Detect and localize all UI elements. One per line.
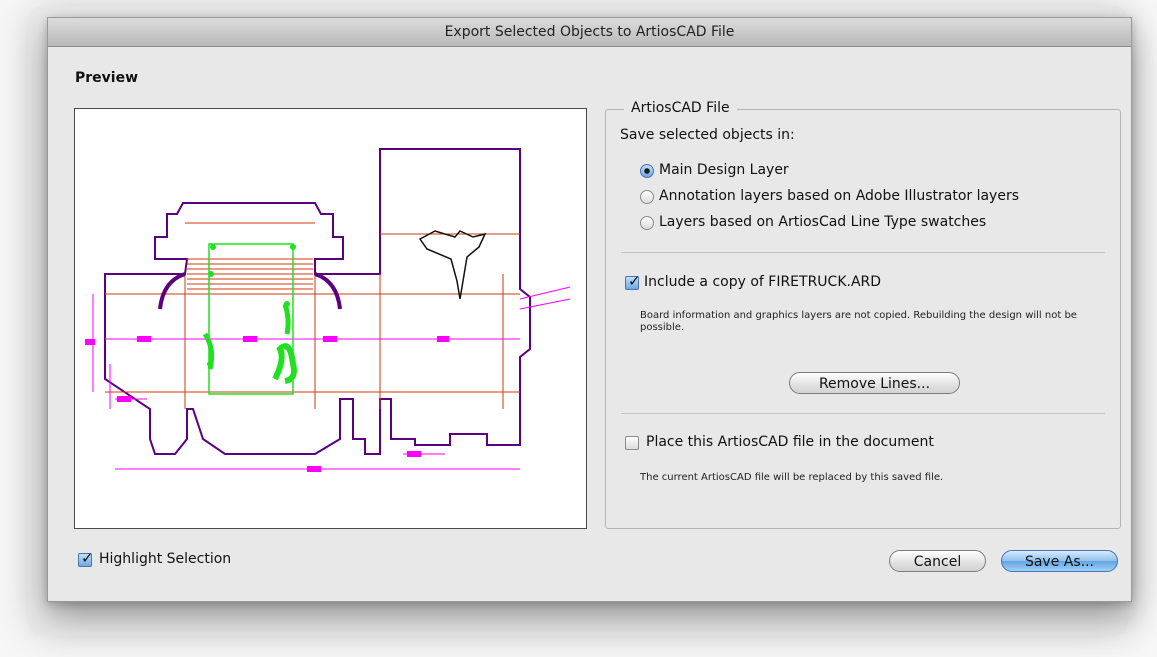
cancel-button[interactable]: Cancel <box>889 550 986 572</box>
separator <box>621 252 1105 253</box>
place-file-note: The current ArtiosCAD file will be repla… <box>640 472 944 483</box>
option-label-line-type-layers[interactable]: Layers based on ArtiosCad Line Type swat… <box>659 214 986 230</box>
include-copy-checkbox[interactable]: ✓ <box>625 272 641 290</box>
preview-label: Preview <box>75 70 139 86</box>
highlight-selection-checkbox[interactable]: ✓ <box>78 549 94 567</box>
option-label-main-design-layer[interactable]: Main Design Layer <box>659 162 789 178</box>
save-as-button[interactable]: Save As... <box>1001 550 1118 572</box>
window-title: Export Selected Objects to ArtiosCAD Fil… <box>48 18 1131 47</box>
place-file-checkbox[interactable] <box>625 436 639 450</box>
export-dialog: Export Selected Objects to ArtiosCAD Fil… <box>47 17 1132 602</box>
radio-main-design-layer[interactable] <box>640 164 654 178</box>
save-in-label: Save selected objects in: <box>620 127 795 143</box>
include-copy-label[interactable]: Include a copy of FIRETRUCK.ARD <box>644 274 881 290</box>
radio-line-type-layers[interactable] <box>640 216 654 230</box>
group-title: ArtiosCAD File <box>624 100 737 116</box>
place-file-label[interactable]: Place this ArtiosCAD file in the documen… <box>646 434 934 450</box>
highlight-selection-label[interactable]: Highlight Selection <box>99 551 231 567</box>
separator <box>621 413 1105 414</box>
include-copy-note: Board information and graphics layers ar… <box>640 310 1077 333</box>
remove-lines-button[interactable]: Remove Lines... <box>789 372 960 394</box>
preview-panel <box>74 108 587 529</box>
option-label-annotation-layers[interactable]: Annotation layers based on Adobe Illustr… <box>659 188 1019 204</box>
dieline-preview <box>85 148 571 472</box>
checkmark-icon: ✓ <box>81 549 94 567</box>
radio-annotation-layers[interactable] <box>640 190 654 204</box>
checkmark-icon: ✓ <box>628 272 641 290</box>
